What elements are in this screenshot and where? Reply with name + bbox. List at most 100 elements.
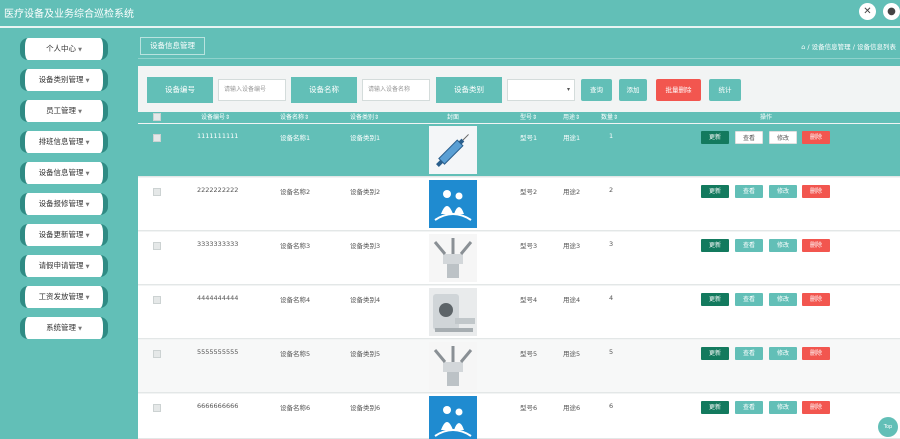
cell-device-type: 设备类别3 [350, 242, 381, 250]
family-icon [429, 180, 477, 228]
header-device-type[interactable]: 设备类别⇕ [350, 112, 379, 123]
edit-button[interactable]: 修改 [769, 185, 797, 198]
row-checkbox[interactable] [153, 296, 161, 304]
device-code-input[interactable]: 请输入设备编号 [218, 79, 286, 101]
edit-button[interactable]: 修改 [769, 293, 797, 306]
update-button[interactable]: 更新 [701, 239, 729, 252]
sidebar-item-label: 设备更新管理 [38, 230, 84, 239]
cell-device-name: 设备名称6 [280, 404, 311, 412]
row-checkbox[interactable] [153, 242, 161, 250]
back-to-top-button[interactable]: Top [878, 417, 898, 437]
sidebar-item-label: 设备报修管理 [38, 199, 84, 208]
main-area: 设备信息管理 ⌂ / 设备信息管理 / 设备信息列表 设备编号 请输入设备编号 … [138, 33, 900, 439]
update-button[interactable]: 更新 [701, 347, 729, 360]
cell-device-code: 1111111111 [197, 132, 239, 140]
edit-button[interactable]: 修改 [769, 239, 797, 252]
update-button[interactable]: 更新 [701, 293, 729, 306]
view-button[interactable]: 查看 [735, 185, 763, 198]
row-checkbox[interactable] [153, 350, 161, 358]
edit-button[interactable]: 修改 [769, 401, 797, 414]
view-button[interactable]: 查看 [735, 239, 763, 252]
edit-button[interactable]: 修改 [769, 347, 797, 360]
sidebar-item-device-info[interactable]: 设备信息管理 ▼ [20, 162, 108, 184]
batch-delete-button[interactable]: 批量删除 [656, 79, 701, 101]
home-icon[interactable]: ⌂ [801, 43, 805, 51]
top-bar: 医疗设备及业务综合巡检系统 ✕ ● [0, 0, 900, 28]
cell-device-type: 设备类别5 [350, 350, 381, 358]
header-quantity[interactable]: 数量⇕ [601, 112, 618, 123]
table-row[interactable]: 3333333333 设备名称3 设备类别3 型号3 用途3 3 更新 查看 修… [138, 232, 900, 285]
device-name-label: 设备名称 [291, 77, 357, 103]
add-button[interactable]: 添加 [619, 79, 647, 101]
cell-device-type: 设备类别2 [350, 188, 381, 196]
delete-button[interactable]: 删除 [802, 185, 830, 198]
cell-usage: 用途2 [563, 188, 581, 196]
sidebar-item-device-repair[interactable]: 设备报修管理 ▼ [20, 193, 108, 215]
sidebar-item-device-update[interactable]: 设备更新管理 ▼ [20, 224, 108, 246]
family-icon [429, 396, 477, 439]
cell-model: 型号2 [520, 188, 538, 196]
chevron-down-icon: ▼ [85, 295, 90, 301]
row-checkbox[interactable] [153, 134, 161, 142]
device-name-input[interactable]: 请输入设备名称 [362, 79, 430, 101]
table-row[interactable]: 5555555555 设备名称5 设备类别5 型号5 用途5 5 更新 查看 修… [138, 340, 900, 393]
cell-device-code: 5555555555 [197, 348, 239, 356]
cell-usage: 用途6 [563, 404, 581, 412]
row-checkbox[interactable] [153, 404, 161, 412]
header-model[interactable]: 型号⇕ [520, 112, 537, 123]
cell-usage: 用途5 [563, 350, 581, 358]
user-icon[interactable]: ● [883, 3, 900, 20]
sidebar-item-salary[interactable]: 工资发放管理 ▼ [20, 286, 108, 308]
delete-button[interactable]: 删除 [802, 347, 830, 360]
table-row[interactable]: 4444444444 设备名称4 设备类别4 型号4 用途4 4 更新 查看 修… [138, 286, 900, 339]
sidebar-item-label: 员工管理 [46, 106, 77, 115]
header-device-name[interactable]: 设备名称⇕ [280, 112, 309, 123]
header-usage[interactable]: 用途⇕ [563, 112, 580, 123]
surgical-robot-icon [429, 342, 477, 390]
chevron-down-icon: ▼ [78, 47, 82, 53]
chevron-down-icon: ▼ [85, 140, 90, 146]
sidebar-item-leave[interactable]: 请假申请管理 ▼ [20, 255, 108, 277]
fullscreen-icon[interactable]: ✕ [859, 3, 876, 20]
sidebar-item-label: 个人中心 [46, 44, 77, 53]
surgical-robot-icon [429, 234, 477, 282]
view-button[interactable]: 查看 [735, 347, 763, 360]
view-button[interactable]: 查看 [735, 401, 763, 414]
delete-button[interactable]: 删除 [802, 401, 830, 414]
sidebar-item-label: 设备信息管理 [38, 168, 84, 177]
delete-button[interactable]: 删除 [802, 239, 830, 252]
select-all-checkbox[interactable] [153, 113, 161, 121]
cell-quantity: 3 [609, 240, 614, 248]
cell-model: 型号3 [520, 242, 538, 250]
table-row[interactable]: 2222222222 设备名称2 设备类别2 型号2 用途2 2 更新 查看 修… [138, 178, 900, 231]
app-title: 医疗设备及业务综合巡检系统 [4, 9, 134, 20]
chevron-down-icon: ▾ [566, 86, 570, 93]
search-button[interactable]: 查询 [581, 79, 612, 101]
sidebar-item-schedule[interactable]: 排班信息管理 ▼ [20, 131, 108, 153]
device-type-select[interactable]: ▾ [507, 79, 575, 101]
update-button[interactable]: 更新 [701, 401, 729, 414]
cell-usage: 用途3 [563, 242, 581, 250]
delete-button[interactable]: 删除 [802, 293, 830, 306]
delete-button[interactable]: 删除 [802, 131, 830, 144]
header-device-code[interactable]: 设备编号⇕ [201, 112, 230, 123]
view-button[interactable]: 查看 [735, 131, 763, 144]
cell-device-name: 设备名称1 [280, 134, 311, 142]
edit-button[interactable]: 修改 [769, 131, 797, 144]
sidebar-item-device-category[interactable]: 设备类别管理 ▼ [20, 69, 108, 91]
update-button[interactable]: 更新 [701, 131, 729, 144]
sidebar-item-staff[interactable]: 员工管理 ▼ [20, 100, 108, 122]
page-title[interactable]: 设备信息管理 [140, 37, 205, 55]
table-header: 设备编号⇕ 设备名称⇕ 设备类别⇕ 封面 型号⇕ 用途⇕ 数量⇕ 操作 [138, 112, 900, 123]
cell-device-type: 设备类别6 [350, 404, 381, 412]
sidebar-item-system[interactable]: 系统管理 ▼ [20, 317, 108, 339]
breadcrumb: ⌂ / 设备信息管理 / 设备信息列表 [801, 41, 896, 51]
sidebar-item-personal-center[interactable]: 个人中心 ▼ [20, 38, 108, 60]
cell-device-type: 设备类别1 [350, 134, 381, 142]
update-button[interactable]: 更新 [701, 185, 729, 198]
table-row[interactable]: 1111111111 设备名称1 设备类别1 型号1 用途1 1 更新 查看 修… [138, 124, 900, 177]
view-button[interactable]: 查看 [735, 293, 763, 306]
stats-button[interactable]: 统计 [709, 79, 741, 101]
cell-quantity: 5 [609, 348, 614, 356]
row-checkbox[interactable] [153, 188, 161, 196]
